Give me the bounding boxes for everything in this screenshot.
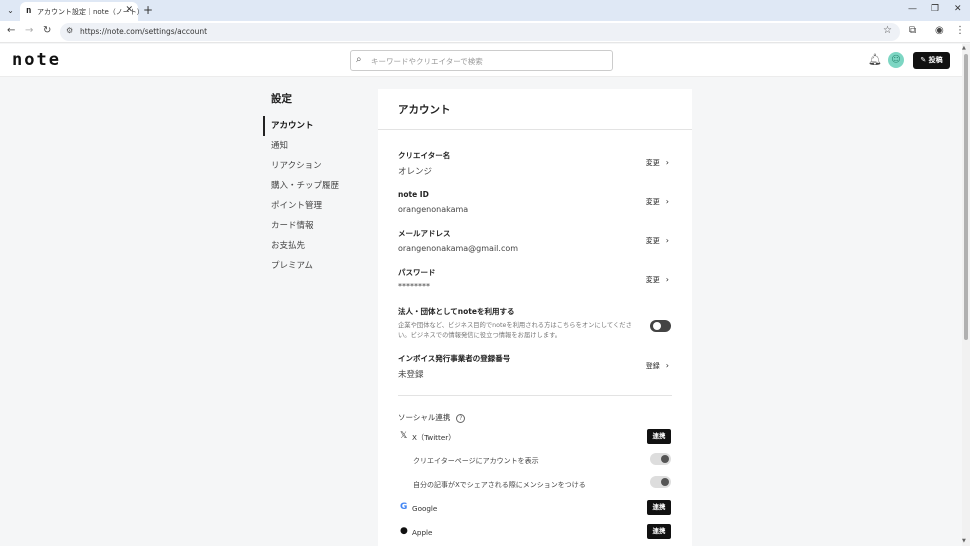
email-label: メールアドレス [398,229,451,238]
sidebar-item-points[interactable]: ポイント管理 [263,196,373,216]
note-favicon-icon: n [26,6,32,16]
twitter-option-label: 自分の記事がXでシェアされる際にメンションをつける [413,481,586,489]
scroll-up-icon[interactable]: ▲ [962,45,966,51]
account-card: アカウント クリエイター名 オレンジ 変更 › note ID orangenon… [378,89,692,546]
search-input[interactable] [371,54,601,68]
toggle-knob [653,322,661,330]
chevron-right-icon: › [665,158,669,167]
profile-icon[interactable]: ◉ [935,25,944,36]
google-icon: G [400,502,408,512]
toggle-knob [661,455,669,463]
tab-search-icon[interactable]: ⌄ [4,4,17,17]
site-header: note ⌕ 🔔︎ ☺ ✎ 投稿 [0,44,962,77]
browser-tabstrip: ⌄ n アカウント設定｜note（ノート） ✕ + — ❐ ✕ [0,0,970,21]
scrollbar-thumb[interactable] [964,54,968,340]
title-divider [378,129,692,130]
note-logo[interactable]: note [12,50,61,70]
corporate-description: 企業や団体など、ビジネス目的でnoteを利用される方はこちらをオンにしてください… [398,322,632,339]
url-text: https://note.com/settings/account [80,27,208,36]
creator-name-change-button[interactable]: 変更 › [646,158,669,168]
apple-link-button[interactable]: 連携 [647,524,671,539]
browser-tab-active[interactable]: n アカウント設定｜note（ノート） ✕ [20,2,144,21]
invoice-value: 未登録 [398,370,424,380]
google-link-button[interactable]: 連携 [647,500,671,515]
site-info-icon[interactable]: ⚙ [66,26,73,35]
sidebar-item-reactions[interactable]: リアクション [263,156,373,176]
search-icon: ⌕ [356,54,362,65]
twitter-link-button[interactable]: 連携 [647,429,671,444]
note-id-label: note ID [398,190,429,199]
chevron-right-icon: › [665,197,669,206]
search-box[interactable]: ⌕ [350,50,613,71]
window-close-icon[interactable]: ✕ [954,4,962,14]
sidebar-item-notifications[interactable]: 通知 [263,136,373,156]
change-label: 変更 [645,276,660,284]
sidebar-item-purchase-history[interactable]: 購入・チップ履歴 [263,176,373,196]
browser-toolbar: ← → ↻ ⚙ https://note.com/settings/accoun… [0,21,970,43]
password-change-button[interactable]: 変更 › [646,275,669,285]
email-value: orangenonakama@gmail.com [398,244,519,253]
chevron-right-icon: › [665,236,669,245]
chevron-right-icon: › [665,275,669,284]
corporate-label: 法人・団体としてnoteを利用する [398,307,515,316]
sidebar-item-premium[interactable]: プレミアム [263,256,373,276]
change-label: 変更 [645,159,660,167]
note-id-value: orangenonakama [398,205,469,214]
twitter-name: X（Twitter） [412,433,456,442]
help-icon[interactable]: ? [456,413,466,423]
bookmark-star-icon[interactable]: ☆ [883,25,892,36]
apple-name: Apple [412,528,433,537]
mention-toggle[interactable] [650,476,671,488]
back-icon[interactable]: ← [7,25,15,36]
minimize-icon[interactable]: — [908,4,917,14]
password-value: ******** [398,282,430,291]
apple-icon: ● [400,526,408,536]
browser-menu-icon[interactable]: ⋮ [955,25,965,36]
sidebar-item-card-info[interactable]: カード情報 [263,216,373,236]
change-label: 変更 [645,237,660,245]
new-tab-icon[interactable]: + [143,3,153,17]
sidebar-item-account[interactable]: アカウント [263,116,373,136]
corporate-toggle[interactable] [650,320,671,332]
social-heading: ソーシャル連携? [398,412,466,423]
chevron-right-icon: › [665,361,669,370]
register-label: 登録 [645,362,660,370]
sidebar-item-payee[interactable]: お支払先 [263,236,373,256]
section-divider [398,395,672,396]
creator-name-value: オレンジ [398,167,433,177]
scroll-down-icon[interactable]: ▼ [962,538,966,544]
notification-bell-icon[interactable]: 🔔︎ [868,53,882,66]
twitter-option-label: クリエイターページにアカウントを表示 [413,457,539,465]
social-heading-text: ソーシャル連携 [398,413,451,422]
address-bar[interactable]: ⚙ https://note.com/settings/account ☆ [60,23,900,41]
maximize-icon[interactable]: ❐ [931,4,939,14]
email-change-button[interactable]: 変更 › [646,236,669,246]
extensions-icon[interactable]: ⧉ [909,25,916,36]
invoice-register-button[interactable]: 登録 › [646,361,669,371]
google-name: Google [412,504,438,513]
settings-title: 設定 [271,93,292,105]
avatar[interactable]: ☺ [888,52,904,68]
creator-name-label: クリエイター名 [398,151,451,160]
post-button-label: 投稿 [928,56,943,64]
password-label: パスワード [398,268,436,277]
reload-icon[interactable]: ↻ [43,25,51,36]
note-id-change-button[interactable]: 変更 › [646,197,669,207]
x-twitter-icon: 𝕏 [400,431,408,441]
invoice-label: インボイス発行事業者の登録番号 [398,354,511,363]
show-account-toggle[interactable] [650,453,671,465]
page-title: アカウント [398,104,451,116]
post-button[interactable]: ✎ 投稿 [913,52,950,69]
forward-icon[interactable]: → [25,25,33,36]
tab-close-icon[interactable]: ✕ [125,5,133,15]
change-label: 変更 [645,198,660,206]
toggle-knob [661,478,669,486]
